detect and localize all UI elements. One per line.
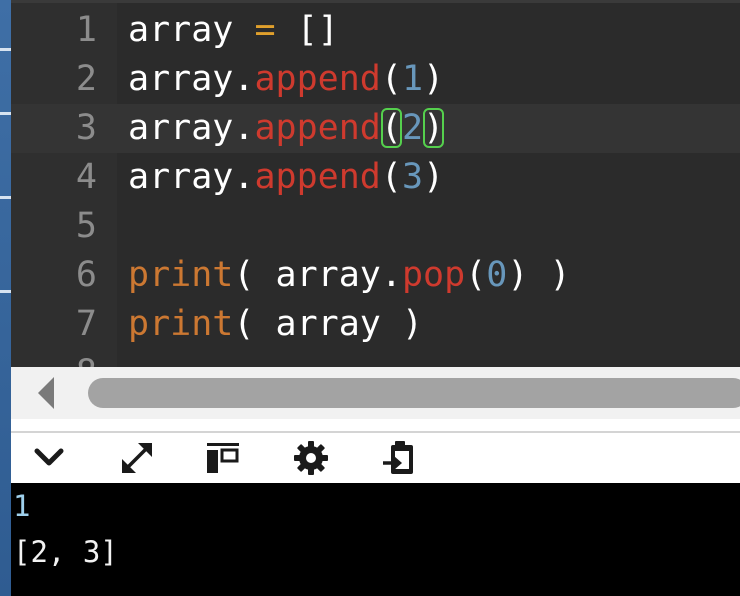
line-number: 2 — [75, 59, 97, 99]
code-token: ( — [380, 59, 402, 99]
strip-notch — [0, 196, 11, 199]
code-token: print — [128, 255, 234, 295]
console-output[interactable]: 1 [2, 3] — [11, 483, 740, 596]
line-number: 8 — [11, 349, 97, 367]
line-number: 7 — [75, 304, 97, 344]
code-token: ( array. — [233, 255, 402, 295]
code-token: pop — [401, 255, 466, 295]
code-token: ( — [465, 255, 487, 295]
strip-notch — [0, 48, 11, 51]
code-token: 3 — [401, 157, 424, 197]
strip-notch — [0, 290, 11, 293]
code-token: 2 — [401, 108, 424, 148]
code-line[interactable]: 8 — [11, 349, 740, 367]
code-token: ) — [423, 59, 445, 99]
line-number: 3 — [75, 108, 97, 148]
scroll-left-arrow-icon[interactable] — [38, 377, 54, 409]
code-token: array. — [128, 59, 255, 99]
code-line[interactable]: 7 print( array ) — [11, 300, 740, 349]
line-number: 5 — [75, 206, 97, 246]
clipboard-button[interactable] — [379, 439, 419, 477]
line-number: 1 — [75, 10, 97, 50]
code-token: append — [254, 157, 381, 197]
code-line[interactable]: 5 — [11, 202, 740, 251]
code-token: array. — [128, 157, 255, 197]
code-token: ) ) — [507, 255, 571, 295]
code-line[interactable]: 4 array.append(3) — [11, 153, 740, 202]
code-token: ) — [423, 157, 445, 197]
layout-button[interactable] — [203, 439, 243, 477]
code-text: print( array ) — [128, 300, 423, 349]
code-token: append — [254, 59, 381, 99]
panel-layout-icon — [207, 443, 239, 473]
code-token: = — [254, 10, 276, 50]
code-line[interactable]: 3 array.append(2) — [11, 104, 740, 153]
code-text: array.append(2) — [128, 104, 445, 153]
code-line[interactable]: 2 array.append(1) — [11, 55, 740, 104]
horizontal-scrollbar[interactable] — [11, 367, 740, 419]
code-token: 1 — [401, 59, 424, 99]
line-number: 6 — [75, 255, 97, 295]
matched-bracket: ( — [380, 108, 402, 148]
code-token: print — [128, 304, 234, 344]
code-text: array = [] — [128, 6, 339, 55]
code-token: array. — [128, 108, 255, 148]
code-editor[interactable]: 1 array = [] 2 array.append(1) 3 array.append… — [11, 0, 740, 367]
line-number: 4 — [75, 157, 97, 197]
clipboard-import-icon — [383, 441, 413, 474]
console-line: [2, 3] — [13, 535, 118, 569]
code-text: array.append(1) — [128, 55, 444, 104]
settings-button[interactable] — [291, 439, 331, 477]
code-token: ( — [380, 157, 402, 197]
code-token: array — [128, 10, 255, 50]
strip-notch — [0, 112, 11, 115]
code-text: print( array.pop(0) ) — [128, 251, 571, 300]
maximize-button[interactable] — [117, 439, 157, 477]
scrollbar-thumb[interactable] — [88, 378, 740, 408]
editor-top-border — [11, 0, 740, 3]
side-panel-strip — [0, 0, 11, 596]
console-toolbar — [11, 433, 740, 483]
code-token: ( array ) — [233, 304, 424, 344]
code-text: array.append(3) — [128, 153, 444, 202]
code-token: append — [254, 108, 381, 148]
code-line[interactable]: 1 array = [] — [11, 6, 740, 55]
code-token: [] — [275, 10, 339, 50]
collapse-button[interactable] — [29, 439, 69, 477]
matched-bracket: ) — [423, 108, 445, 148]
code-line[interactable]: 6 print( array.pop(0) ) — [11, 251, 740, 300]
code-token: 0 — [486, 255, 508, 295]
expand-arrows-icon — [122, 443, 152, 473]
console-line: 1 — [13, 489, 31, 523]
gear-icon — [294, 441, 328, 475]
chevron-down-icon — [34, 448, 64, 466]
